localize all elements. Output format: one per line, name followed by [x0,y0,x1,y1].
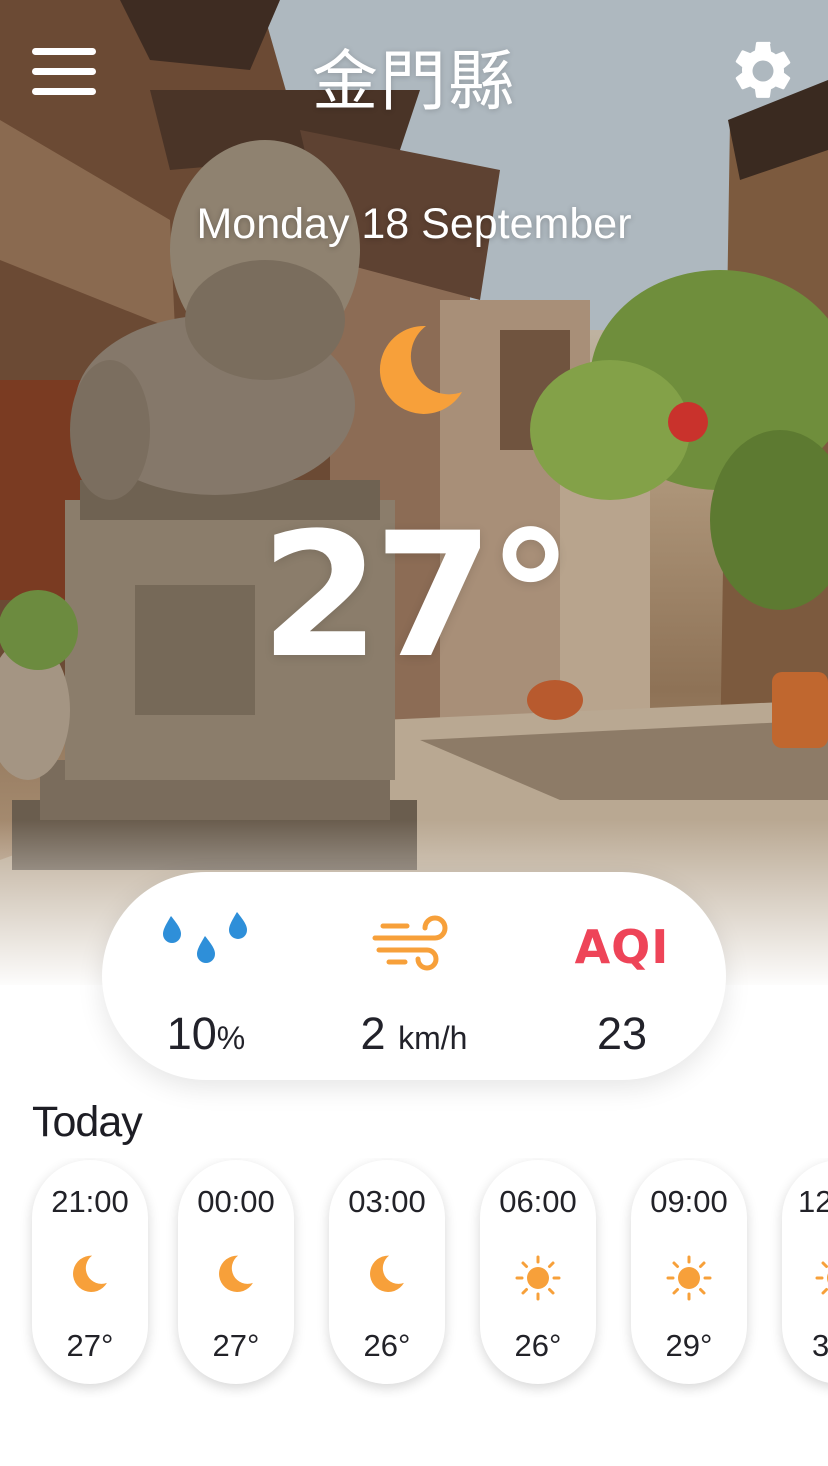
hour-time: 21:00 [51,1184,129,1219]
hourly-item[interactable]: 06:00 26° [480,1160,596,1384]
aqi-value: 23 [596,1008,648,1059]
hourly-item[interactable]: 21:00 27° [32,1160,148,1384]
sun-icon [815,1261,828,1295]
hour-time: 12:00 [798,1184,828,1219]
hour-temp: 27° [66,1328,114,1363]
moon-icon [73,1255,107,1292]
wind-icon [372,915,448,971]
gear-icon [735,41,791,98]
wind-stat: 2 km/h [314,872,514,1080]
hour-time: 00:00 [197,1184,275,1219]
city-title: 金門縣 [312,43,516,120]
hour-temp: 26° [514,1328,562,1363]
raindrops-icon [163,912,247,963]
weather-stats-card: 10% 2 km/h AQI 23 [102,872,726,1080]
hour-temp: 27° [212,1328,260,1363]
hour-temp: 26° [363,1328,411,1363]
hamburger-menu-icon [32,48,96,55]
current-date: Monday 18 September [196,200,632,248]
settings-button[interactable] [728,36,798,106]
humidity-stat: 10% [106,872,306,1080]
hourly-item[interactable]: 00:00 27° [178,1160,294,1384]
current-temperature: 27° [260,495,573,696]
wind-unit: km/h [398,1020,468,1056]
humidity-unit: % [216,1020,246,1056]
wind-value: 2 [360,1008,386,1059]
moon-icon [370,1255,404,1292]
hour-time: 03:00 [348,1184,426,1219]
hour-temp: 29° [665,1328,713,1363]
today-heading: Today [32,1098,143,1146]
hourly-item[interactable]: 12:00 3 [782,1160,828,1384]
humidity-value: 10 [166,1008,217,1059]
hour-time: 06:00 [499,1184,577,1219]
moon-icon [379,325,462,414]
hour-temp: 3 [812,1328,828,1363]
hourly-item[interactable]: 09:00 29° [631,1160,747,1384]
sun-icon [515,1255,561,1301]
background-photo [0,0,828,985]
sun-icon [666,1255,712,1301]
moon-icon [219,1255,253,1292]
hourly-item[interactable]: 03:00 26° [329,1160,445,1384]
hourly-forecast-list[interactable]: 21:00 27° 00:00 27° 03:00 26° 06:00 26° … [0,1158,828,1398]
hour-time: 09:00 [650,1184,728,1219]
menu-button[interactable] [32,46,96,98]
aqi-label: AQI [574,920,670,974]
aqi-stat: AQI 23 [522,872,722,1080]
